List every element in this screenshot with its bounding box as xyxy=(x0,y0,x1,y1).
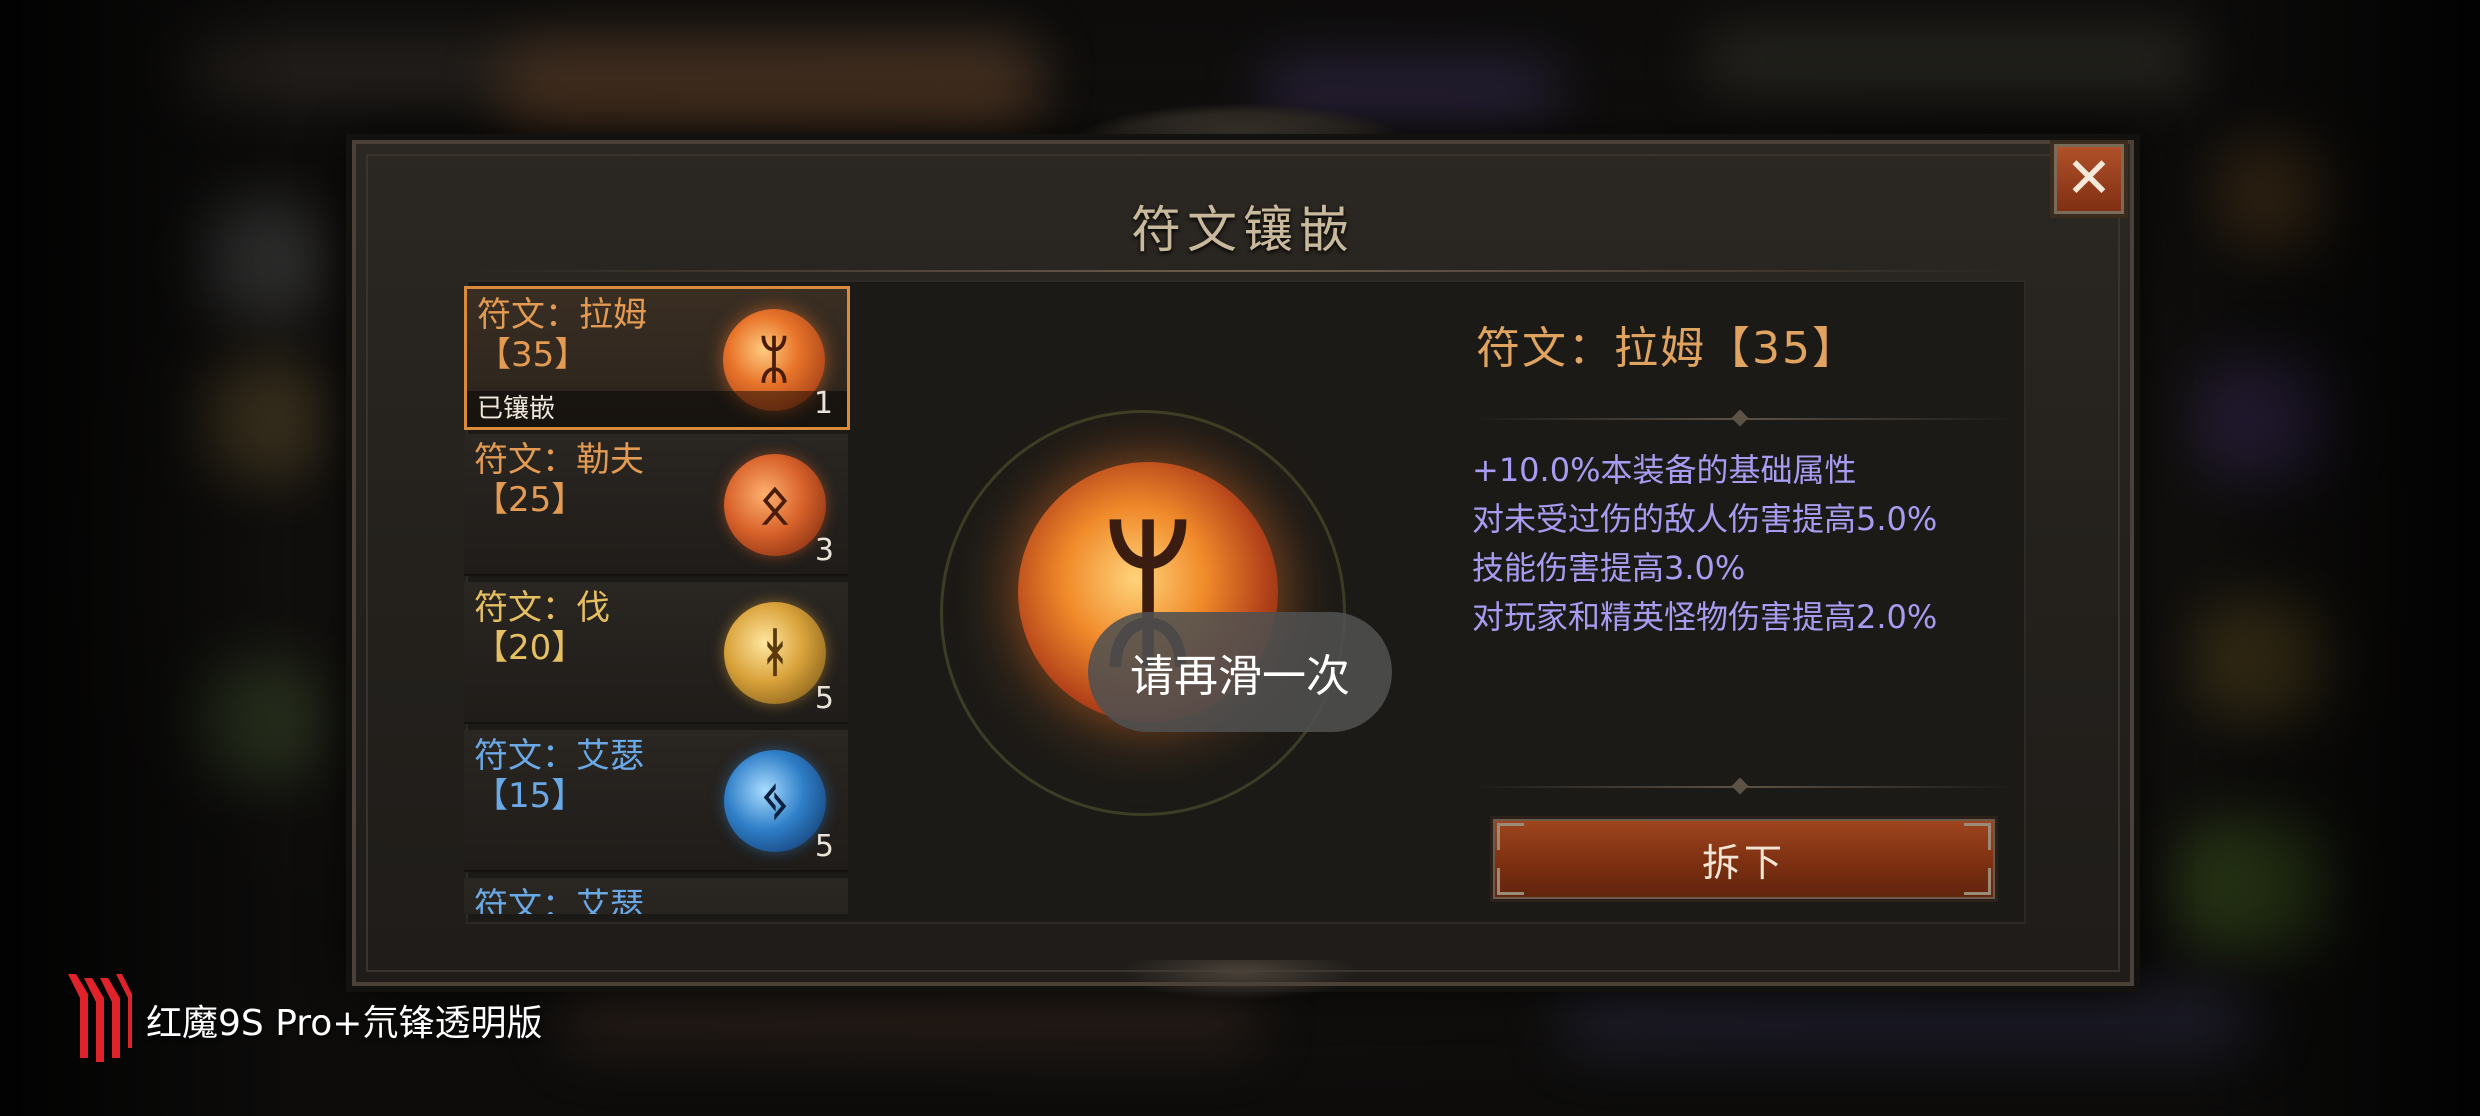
red-magic-logo-icon xyxy=(68,974,132,1062)
dialog-bottom-crest xyxy=(1120,960,1360,1000)
rune-list-item-fa[interactable]: 符文：伐 【20】 ᚼ 5 xyxy=(464,582,848,724)
title-divider xyxy=(466,270,2020,272)
rune-list-item-partial[interactable]: 符文：艾瑟 xyxy=(464,878,848,914)
rune-detail-title: 符文：拉姆【35】 xyxy=(1476,323,1858,374)
rune-attribute-list: +10.0%本装备的基础属性 对未受过伤的敌人伤害提高5.0% 技能伤害提高3.… xyxy=(1472,446,1937,642)
remove-rune-button[interactable]: 拆下 xyxy=(1490,816,1998,902)
rune-name: 符文：勒夫 【25】 xyxy=(474,440,644,520)
rune-list-item-lum[interactable]: 符文：拉姆 【35】 ᛯ 已镶嵌 1 xyxy=(464,286,850,430)
dialog-title: 符文镶嵌 xyxy=(1131,201,1355,259)
device-watermark: 红魔9S Pro+氘锋透明版 xyxy=(146,1003,543,1044)
close-button[interactable]: ✕ xyxy=(2050,140,2128,218)
rune-name: 符文：艾瑟 xyxy=(474,886,644,914)
rune-orb-icon: ᛃ xyxy=(724,750,826,852)
rune-orb-icon: ᛟ xyxy=(724,454,826,556)
rune-glyph: ᛃ xyxy=(759,771,791,831)
rune-name: 符文：艾瑟 【15】 xyxy=(474,736,644,816)
rune-count: 5 xyxy=(814,829,834,864)
rune-count: 5 xyxy=(814,681,834,716)
close-icon: ✕ xyxy=(2065,146,2113,211)
rune-glyph: ᛟ xyxy=(759,475,791,535)
rune-count: 3 xyxy=(814,533,834,568)
rune-list-item-ether[interactable]: 符文：艾瑟 【15】 ᛃ 5 xyxy=(464,730,848,872)
rune-count: 1 xyxy=(813,386,833,421)
inlaid-status: 已镶嵌 xyxy=(467,391,847,427)
rune-attribute: 对未受过伤的敌人伤害提高5.0% xyxy=(1472,500,1938,538)
rune-attribute: 对玩家和精英怪物伤害提高2.0% xyxy=(1472,598,1938,636)
rune-orb-icon: ᚼ xyxy=(724,602,826,704)
rune-glyph: ᚼ xyxy=(759,623,791,683)
rune-attribute: +10.0%本装备的基础属性 xyxy=(1472,451,1857,489)
rune-attribute: 技能伤害提高3.0% xyxy=(1472,549,1746,587)
rune-name: 符文：拉姆 【35】 xyxy=(477,295,647,375)
remove-button-label: 拆下 xyxy=(1701,840,1786,885)
detail-divider-bottom xyxy=(1470,777,2014,795)
detail-divider-top xyxy=(1470,409,2014,427)
rune-name: 符文：伐 【20】 xyxy=(474,588,610,668)
rune-list-item-lef[interactable]: 符文：勒夫 【25】 ᛟ 3 xyxy=(464,434,848,576)
rune-list[interactable]: 符文：拉姆 【35】 ᛯ 已镶嵌 1 符文：勒夫 【25】 ᛟ 3 符文：伐 【20】… xyxy=(464,286,854,914)
toast-message: 请再滑一次 xyxy=(1088,612,1392,732)
